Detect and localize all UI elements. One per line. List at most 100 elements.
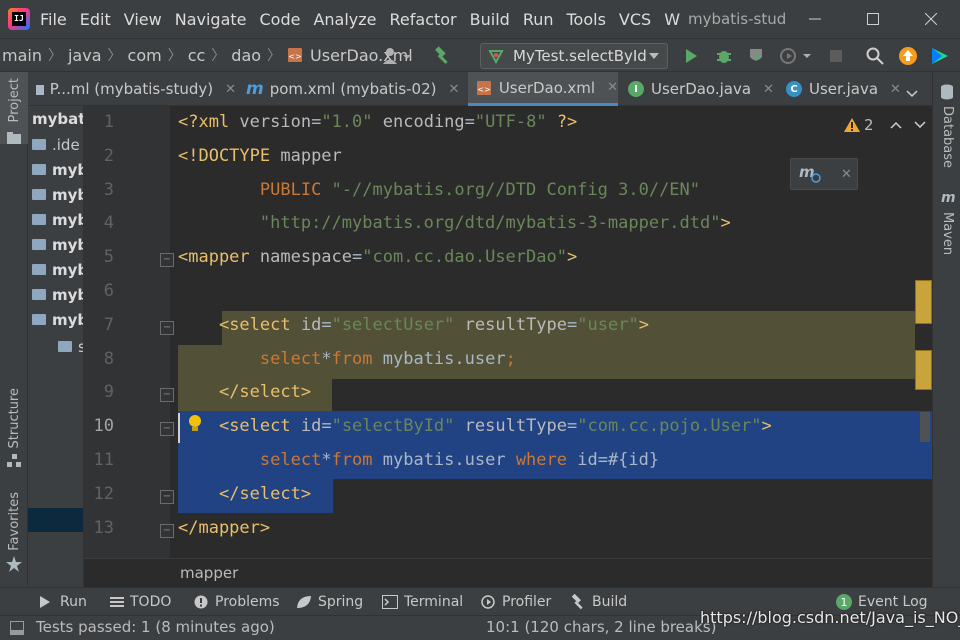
run-button[interactable] xyxy=(681,46,701,66)
code-token: = xyxy=(464,112,475,132)
crumb-com[interactable]: com xyxy=(128,46,162,65)
project-tree-item[interactable]: myb xyxy=(32,282,83,307)
project-tree-item[interactable]: myb xyxy=(32,232,83,257)
crumb-java[interactable]: java xyxy=(68,46,102,65)
menu-build[interactable]: Build xyxy=(470,10,510,29)
chevron-right-icon: 〉 xyxy=(167,48,182,64)
close-tab-icon[interactable]: ✕ xyxy=(763,82,774,97)
project-tree-item[interactable]: myb xyxy=(32,207,83,232)
list-icon xyxy=(110,597,124,607)
chevron-right-icon: 〉 xyxy=(211,48,226,64)
caret-position[interactable]: 10:1 (120 chars, 2 line breaks) xyxy=(486,618,716,636)
tool-run[interactable]: Run xyxy=(38,588,87,616)
project-tree-item[interactable]: myb xyxy=(32,157,83,182)
scrollbar-marker[interactable] xyxy=(915,350,932,390)
project-tree-item[interactable]: mybati xyxy=(32,106,83,131)
tab-userdao-java[interactable]: I UserDao.java ✕ xyxy=(628,72,778,106)
project-tree-item[interactable]: myb xyxy=(32,182,83,207)
project-tree-item[interactable]: .ide xyxy=(32,132,80,157)
tool-window-toggle-icon[interactable] xyxy=(10,621,24,635)
close-tab-icon[interactable]: ✕ xyxy=(449,82,460,97)
fold-toggle-icon[interactable]: − xyxy=(160,523,174,538)
navigation-bar: main 〉 java 〉 com 〉 cc 〉 dao 〉 <> UserDa… xyxy=(0,38,960,72)
menu-tools[interactable]: Tools xyxy=(567,10,606,29)
menu-vcs[interactable]: VCS xyxy=(619,10,651,29)
code-token: namespace xyxy=(259,247,353,268)
stop-button[interactable] xyxy=(826,46,846,66)
run-configuration-selector[interactable]: MyTest.selectById xyxy=(480,43,668,69)
code-token: <?xml xyxy=(178,112,240,132)
close-tab-icon[interactable]: ✕ xyxy=(890,82,901,97)
tab-user-java[interactable]: C User.java ✕ xyxy=(786,72,916,106)
dropdown-arrow-icon xyxy=(649,53,659,59)
chevron-down-icon[interactable] xyxy=(914,121,926,129)
project-tree-item[interactable]: s xyxy=(58,334,83,359)
fold-toggle-icon[interactable]: − xyxy=(160,320,174,335)
menu-run[interactable]: Run xyxy=(523,10,554,29)
crumb-dao[interactable]: dao xyxy=(231,46,261,65)
search-everywhere-button[interactable] xyxy=(865,46,885,66)
code-token: where xyxy=(515,450,578,470)
intention-bulb-icon[interactable] xyxy=(188,415,202,431)
chevron-up-icon[interactable] xyxy=(890,121,902,129)
menu-analyze[interactable]: Analyze xyxy=(313,10,376,29)
menu-window[interactable]: W xyxy=(664,10,680,29)
scrollbar-thumb[interactable] xyxy=(920,412,930,442)
inspection-warnings[interactable]: 2 xyxy=(844,116,926,134)
fold-toggle-icon[interactable]: − xyxy=(160,388,174,403)
line-number: 13 xyxy=(93,517,114,538)
close-tab-icon[interactable]: ✕ xyxy=(225,82,236,97)
fold-toggle-icon[interactable]: − xyxy=(160,253,174,268)
user-account-icon[interactable] xyxy=(380,46,412,66)
database-tool-button[interactable]: Database xyxy=(933,80,960,180)
menu-refactor[interactable]: Refactor xyxy=(390,10,457,29)
tab-list-dropdown[interactable] xyxy=(906,84,918,102)
close-window-button[interactable] xyxy=(902,0,960,38)
tool-terminal[interactable]: Terminal xyxy=(382,588,463,616)
favorites-tool-button[interactable]: Favorites xyxy=(0,492,28,576)
code-token: <select xyxy=(218,314,301,335)
code-token: = xyxy=(311,112,322,132)
menu-code[interactable]: Code xyxy=(260,10,301,29)
maximize-button[interactable] xyxy=(844,0,902,38)
tool-profiler[interactable]: Profiler xyxy=(480,588,551,616)
tool-problems[interactable]: Problems xyxy=(194,588,280,616)
project-tree-item[interactable]: myb xyxy=(32,257,83,282)
build-hammer-icon[interactable] xyxy=(432,46,452,66)
menu-view[interactable]: View xyxy=(124,10,162,29)
profile-button[interactable] xyxy=(778,46,814,66)
tool-problems-label: Problems xyxy=(215,594,280,610)
menu-file[interactable]: File xyxy=(40,10,67,29)
maven-reload-icon[interactable]: m xyxy=(799,164,821,184)
menu-edit[interactable]: Edit xyxy=(80,10,111,29)
tab-userdao-xml[interactable]: <> UserDao.xml ✕ xyxy=(468,72,618,106)
line-number: 3 xyxy=(103,179,114,200)
close-icon[interactable]: ✕ xyxy=(841,167,852,182)
jetbrains-toolbox-icon[interactable] xyxy=(930,46,950,66)
ide-update-button[interactable] xyxy=(898,46,918,66)
project-tool-button[interactable]: Project xyxy=(0,72,28,144)
tool-spring[interactable]: Spring xyxy=(296,588,363,616)
fold-toggle-icon[interactable]: − xyxy=(160,422,174,437)
tool-todo[interactable]: TODO xyxy=(110,588,171,616)
fold-toggle-icon[interactable]: − xyxy=(160,489,174,504)
project-tree-label: myb xyxy=(52,285,83,304)
debug-button[interactable] xyxy=(714,46,734,66)
structure-tool-button[interactable]: Structure xyxy=(0,388,28,472)
run-with-coverage-button[interactable] xyxy=(746,46,766,66)
crumb-cc[interactable]: cc xyxy=(188,46,206,65)
breadcrumb-mapper[interactable]: mapper xyxy=(180,564,238,582)
status-message[interactable]: Tests passed: 1 (8 minutes ago) xyxy=(36,618,275,636)
tab-pom-mybatis-study[interactable]: P...ml (mybatis-study) ✕ xyxy=(36,72,236,106)
tool-build[interactable]: Build xyxy=(570,588,627,616)
tool-run-label: Run xyxy=(60,594,87,610)
tab-pom-mybatis-02[interactable]: m pom.xml (mybatis-02) ✕ xyxy=(246,72,464,106)
minimize-button[interactable] xyxy=(786,0,844,38)
menu-navigate[interactable]: Navigate xyxy=(175,10,247,29)
crumb-main[interactable]: main xyxy=(2,46,42,65)
scrollbar-marker[interactable] xyxy=(915,280,932,324)
close-tab-icon[interactable]: ✕ xyxy=(607,80,618,95)
project-tree-item[interactable]: myb xyxy=(32,307,83,332)
module-folder-icon xyxy=(32,289,46,300)
maven-tool-button[interactable]: m Maven xyxy=(933,190,960,260)
